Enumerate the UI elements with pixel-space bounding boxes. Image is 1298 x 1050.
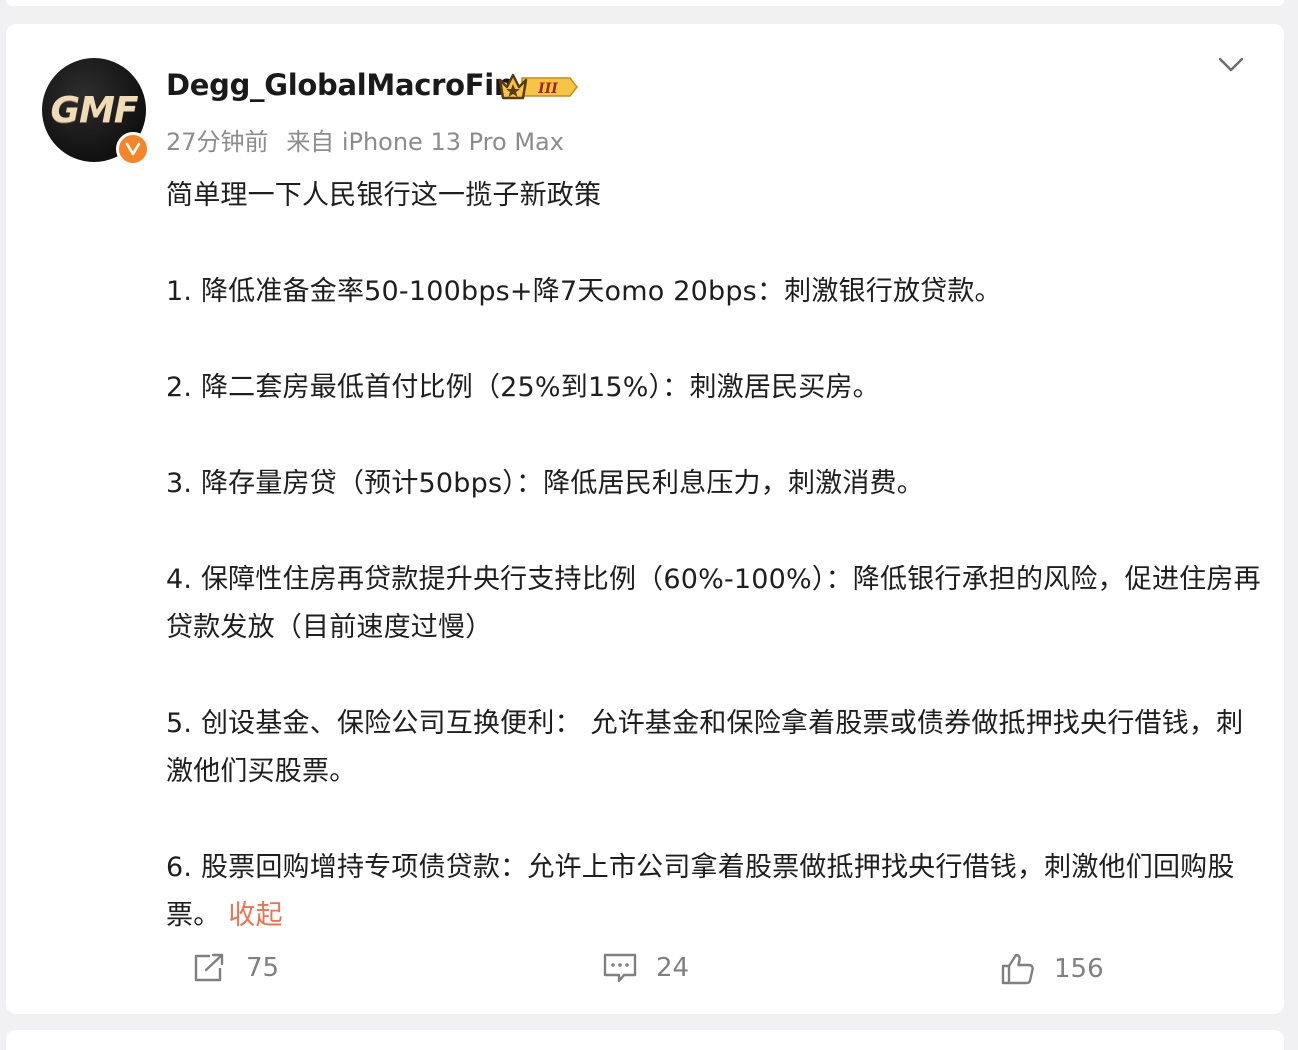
vip-crown-icon[interactable]: III (498, 70, 578, 104)
repost-count: 75 (246, 953, 280, 983)
author-name[interactable]: Degg_GlobalMacroFin (166, 68, 515, 102)
post-item: 1. 降低准备金率50-100bps+降7天omo 20bps：刺激银行放贷款。 (166, 276, 1002, 307)
vip-level-text: III (537, 81, 558, 97)
next-card-edge (6, 1030, 1284, 1050)
action-bar: 75 24 156 (6, 952, 1284, 1002)
post-item-text: 6. 股票回购增持专项债贷款：允许上市公司拿着股票做抵押找央行借钱，刺激他们回购… (166, 852, 1235, 931)
post-source: 来自 iPhone 13 Pro Max (286, 128, 564, 156)
verified-icon (116, 132, 150, 166)
post-card: GMF Degg_GlobalMacroFin III 27分钟前 来自 iPh… (6, 24, 1284, 1014)
post-item: 3. 降存量房贷（预计50bps）：降低居民利息压力，刺激消费。 (166, 468, 924, 499)
post-item: 5. 创设基金、保险公司互换便利： 允许基金和保险拿着股票或债券做抵押找央行借钱… (166, 708, 1244, 787)
comment-icon (603, 953, 637, 983)
post-intro: 简单理一下人民银行这一揽子新政策 (166, 180, 602, 211)
repost-button[interactable]: 75 (192, 952, 279, 984)
comment-button[interactable]: 24 (602, 952, 689, 984)
repost-icon (194, 953, 224, 982)
post-item: 2. 降二套房最低首付比例（25%到15%）：刺激居民买房。 (166, 372, 880, 403)
like-icon (1001, 953, 1034, 985)
comment-count: 24 (656, 953, 690, 983)
post-item: 4. 保障性住房再贷款提升央行支持比例（60%-100%）：降低银行承担的风险，… (166, 564, 1261, 643)
collapse-link[interactable]: 收起 (228, 900, 282, 931)
post-time: 27分钟前 (166, 128, 269, 156)
avatar-logo-text: GMF (50, 89, 139, 131)
like-button[interactable]: 156 (1000, 952, 1104, 986)
previous-card-edge (6, 0, 1284, 6)
post-body: 简单理一下人民银行这一揽子新政策 1. 降低准备金率50-100bps+降7天o… (166, 172, 1266, 940)
post-meta: 27分钟前 来自 iPhone 13 Pro Max (166, 122, 574, 157)
chevron-down-icon[interactable] (1216, 54, 1246, 76)
like-count: 156 (1054, 954, 1104, 984)
post-item-last: 6. 股票回购增持专项债贷款：允许上市公司拿着股票做抵押找央行借钱，刺激他们回购… (166, 844, 1266, 940)
